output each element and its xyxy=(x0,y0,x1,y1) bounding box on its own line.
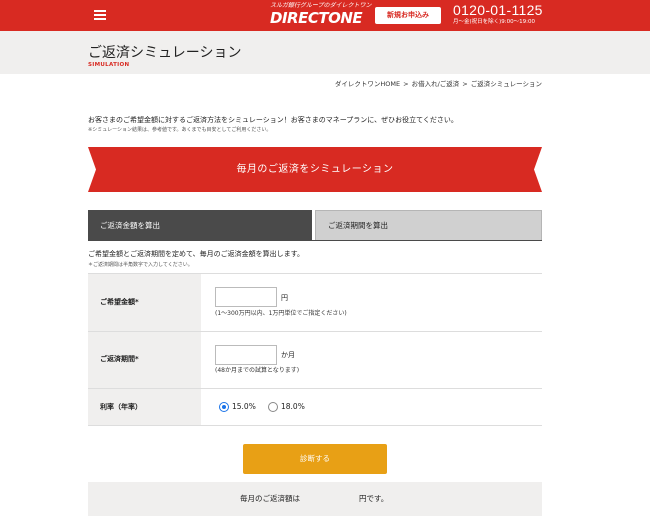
phone-contact[interactable]: 0120-01-1125 月〜金(祝日を除く)9:00〜19:00 xyxy=(453,2,553,26)
page-title-en: SIMULATION xyxy=(88,62,130,68)
tab-repayment-period[interactable]: ご返済期間を算出 xyxy=(315,210,542,241)
banner-title: 毎月のご返済をシミュレーション xyxy=(236,164,394,175)
page-title: ご返済シミュレーション xyxy=(88,45,242,61)
amount-label: ご希望金額* xyxy=(88,274,201,331)
breadcrumb-separator: > xyxy=(403,80,409,88)
amount-hint: (1〜300万円以内、1万円単位でご指定ください) xyxy=(215,310,347,317)
result-suffix: 円です。 xyxy=(359,494,389,503)
period-label: ご返済期間* xyxy=(88,332,201,388)
rate-option-15-label[interactable]: 15.0% xyxy=(232,402,256,412)
amount-row: ご希望金額* 円 (1〜300万円以内、1万円単位でご指定ください) xyxy=(88,273,542,331)
tab-repayment-amount[interactable]: ご返済金額を算出 xyxy=(88,210,312,241)
rate-option-18-radio[interactable] xyxy=(268,402,278,412)
logo-name: DIRECTONE xyxy=(270,9,363,27)
result-prefix: 毎月のご返済額は xyxy=(240,494,300,503)
amount-input[interactable] xyxy=(215,287,277,307)
logo[interactable]: スルガ銀行グループのダイレクトワン DIRECTONE xyxy=(270,2,371,29)
phone-number: 0120-01-1125 xyxy=(453,2,543,18)
intro-text: お客さまのご希望金額に対するご返済方法をシミュレーション！お客さまのマネープラン… xyxy=(88,116,458,124)
breadcrumb-home[interactable]: ダイレクトワンHOME xyxy=(335,80,400,88)
breadcrumb: ダイレクトワンHOME > お借入れ/ご返済 > ご返済シミュレーション xyxy=(335,80,542,88)
phone-hours: 月〜金(祝日を除く)9:00〜19:00 xyxy=(453,19,535,25)
breadcrumb-current: ご返済シミュレーション xyxy=(470,80,542,88)
breadcrumb-separator: > xyxy=(462,80,468,88)
intro-note: ※シミュレーション結果は、参考値です。あくまでも目安としてご利用ください。 xyxy=(88,127,272,133)
form-description: ご希望金額とご返済期間を定めて、毎月のご返済金額を算出します。 xyxy=(88,250,304,258)
rate-row: 利率（年率） 15.0% 18.0% xyxy=(88,388,542,426)
diagnose-button[interactable]: 診断する xyxy=(243,444,387,474)
rate-option-18-label[interactable]: 18.0% xyxy=(281,402,305,412)
form-note: ＊ご返済期間は半角数字で入力してください。 xyxy=(88,262,193,268)
breadcrumb-repayment[interactable]: お借入れ/ご返済 xyxy=(412,80,460,88)
tab-underline xyxy=(88,240,542,241)
period-input[interactable] xyxy=(215,345,277,365)
period-hint: (48か月までの試算となります) xyxy=(215,367,300,374)
period-unit: か月 xyxy=(281,351,295,359)
rate-label: 利率（年率） xyxy=(88,389,201,425)
rate-option-15-radio[interactable] xyxy=(219,402,229,412)
result-band xyxy=(88,482,542,516)
apply-button[interactable]: 新規お申込み xyxy=(375,7,441,24)
amount-unit: 円 xyxy=(281,294,288,302)
period-row: ご返済期間* か月 (48か月までの試算となります) xyxy=(88,331,542,388)
simulation-banner: 毎月のご返済をシミュレーション xyxy=(88,147,542,192)
site-header: スルガ銀行グループのダイレクトワン DIRECTONE 新規お申込み 0120-… xyxy=(0,0,650,31)
menu-icon[interactable] xyxy=(94,10,106,20)
